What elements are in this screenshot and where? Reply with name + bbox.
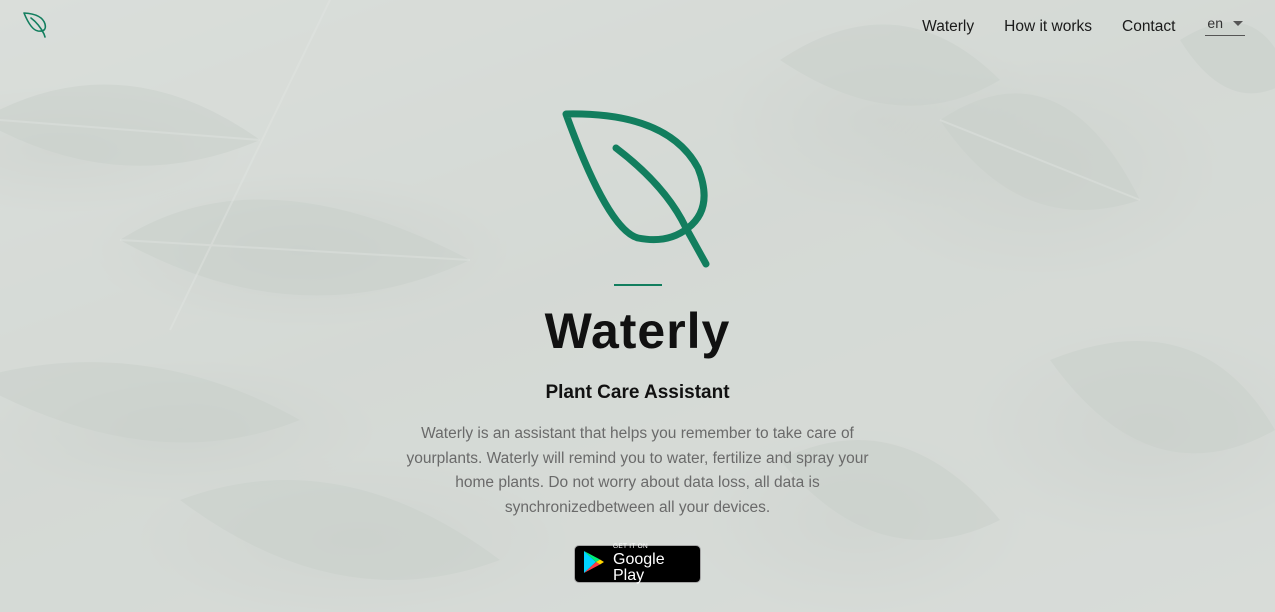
google-play-small-text: GET IT ON [613,542,648,550]
google-play-big-text: Google Play [613,551,665,585]
title-divider [613,284,662,286]
google-play-icon [583,550,605,579]
google-play-button[interactable]: GET IT ON Google Play [574,542,701,585]
hero-section: Waterly Plant Care Assistant Waterly is … [0,0,1275,585]
hero-description: Waterly is an assistant that helps you r… [406,425,869,516]
page-subtitle: Plant Care Assistant [545,382,730,403]
leaf-icon [558,108,718,268]
page-title: Waterly [544,303,731,359]
